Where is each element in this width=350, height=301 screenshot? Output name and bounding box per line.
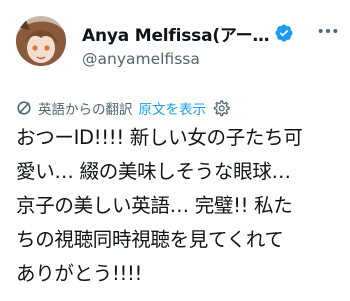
more-options-button[interactable] xyxy=(315,21,341,41)
translate-icon xyxy=(16,100,32,116)
more-options-icon xyxy=(318,28,338,34)
author-name-row: Anya Melfissa(アー… xyxy=(82,20,294,46)
author-handle[interactable]: @anyamelfissa xyxy=(82,50,200,68)
translation-note: 英語からの翻訳 xyxy=(38,102,133,118)
avatar-image xyxy=(16,16,66,66)
avatar[interactable] xyxy=(16,16,66,66)
gear-icon[interactable] xyxy=(212,99,230,117)
translation-bar: 英語からの翻訳 原文を表示 xyxy=(16,98,230,118)
author-display-name[interactable]: Anya Melfissa(アー… xyxy=(82,21,269,46)
show-original-link[interactable]: 原文を表示 xyxy=(139,98,207,118)
verified-badge-icon xyxy=(274,23,294,43)
tweet-text: おつーID!!!! 新しい女の子たち可 愛い… 綴の美味しそうな眼球… 京子の美… xyxy=(16,126,303,285)
